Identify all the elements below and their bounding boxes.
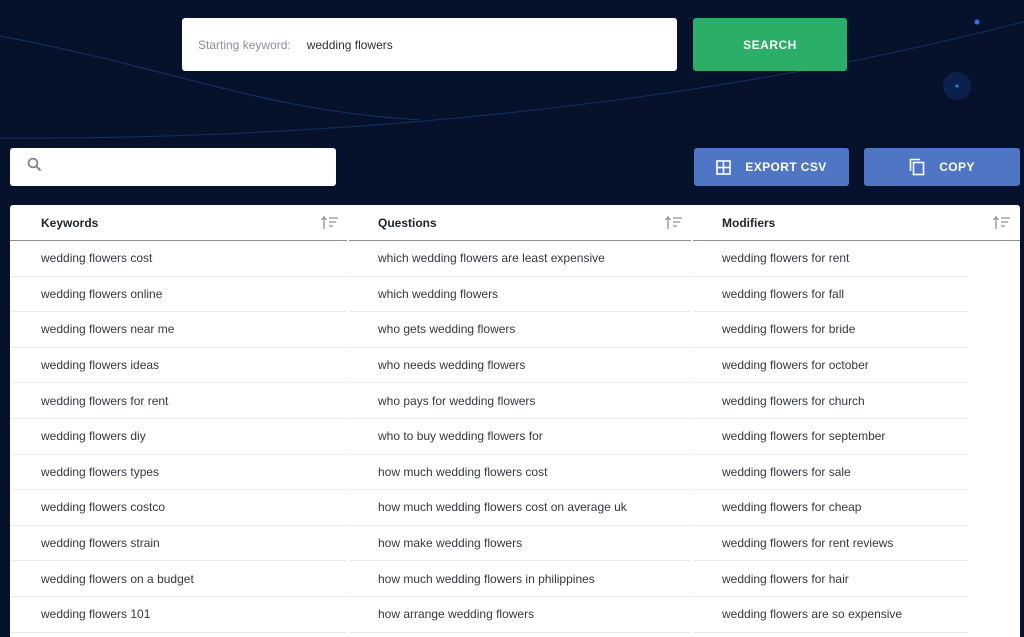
keyword-cell[interactable]: wedding flowers near me	[10, 312, 347, 348]
column-header-keywords[interactable]: Keywords	[10, 205, 347, 241]
table-header: Keywords Questions Modifiers	[10, 205, 1020, 241]
column-header-questions[interactable]: Questions	[349, 205, 691, 241]
keyword-cell[interactable]: wedding flowers for rent	[10, 383, 347, 419]
table-row: wedding flowers 101 how arrange wedding …	[10, 597, 1020, 633]
search-icon	[27, 157, 42, 177]
keyword-cell[interactable]: wedding flowers cost	[10, 241, 347, 277]
table-row: wedding flowers near me who gets wedding…	[10, 312, 1020, 348]
export-csv-label: EXPORT CSV	[745, 160, 827, 174]
table-row: wedding flowers types how much wedding f…	[10, 455, 1020, 491]
modifier-cell[interactable]: wedding flowers are so expensive	[693, 597, 968, 633]
copy-label: COPY	[939, 160, 975, 174]
grid-icon	[716, 159, 732, 175]
questions-header-label: Questions	[378, 215, 437, 230]
keyword-cell[interactable]: wedding flowers 101	[10, 597, 347, 633]
keywords-header-label: Keywords	[41, 215, 99, 230]
modifier-cell[interactable]: wedding flowers for bride	[693, 312, 968, 348]
question-cell[interactable]: which wedding flowers are least expensiv…	[349, 241, 691, 277]
sort-icon[interactable]	[321, 215, 339, 233]
table-row: wedding flowers strain how make wedding …	[10, 526, 1020, 562]
question-cell[interactable]: how arrange wedding flowers	[349, 597, 691, 633]
modifier-cell[interactable]: wedding flowers for hair	[693, 561, 968, 597]
table-row: wedding flowers for rent who pays for we…	[10, 383, 1020, 419]
question-cell[interactable]: who needs wedding flowers	[349, 348, 691, 384]
modifier-cell[interactable]: wedding flowers for church	[693, 383, 968, 419]
keyword-cell[interactable]: wedding flowers on a budget	[10, 561, 347, 597]
sort-icon[interactable]	[665, 215, 683, 233]
question-cell[interactable]: how much wedding flowers cost on average…	[349, 490, 691, 526]
table-row: wedding flowers diy who to buy wedding f…	[10, 419, 1020, 455]
modifier-cell[interactable]: wedding flowers for september	[693, 419, 968, 455]
results-table: Keywords Questions Modifiers wedding flo…	[10, 205, 1020, 637]
question-cell[interactable]: how much wedding flowers in philippines	[349, 561, 691, 597]
filter-search-box[interactable]	[10, 148, 336, 186]
sort-icon[interactable]	[993, 215, 1011, 233]
modifier-cell[interactable]: wedding flowers for fall	[693, 277, 968, 313]
keyword-cell[interactable]: wedding flowers ideas	[10, 348, 347, 384]
keyword-cell[interactable]: wedding flowers diy	[10, 419, 347, 455]
question-cell[interactable]: who pays for wedding flowers	[349, 383, 691, 419]
table-row: wedding flowers on a budget how much wed…	[10, 561, 1020, 597]
starting-keyword-input[interactable]: wedding flowers	[307, 38, 393, 52]
starting-keyword-label: Starting keyword:	[198, 37, 291, 52]
question-cell[interactable]: how much wedding flowers cost	[349, 455, 691, 491]
starting-keyword-field[interactable]: Starting keyword: wedding flowers	[182, 18, 677, 71]
modifier-cell[interactable]: wedding flowers for october	[693, 348, 968, 384]
filter-input[interactable]	[50, 159, 336, 175]
modifier-cell[interactable]: wedding flowers for sale	[693, 455, 968, 491]
table-row: wedding flowers cost which wedding flowe…	[10, 241, 1020, 277]
modifier-cell[interactable]: wedding flowers for cheap	[693, 490, 968, 526]
table-row: wedding flowers ideas who needs wedding …	[10, 348, 1020, 384]
question-cell[interactable]: who to buy wedding flowers for	[349, 419, 691, 455]
copy-icon	[909, 158, 925, 176]
modifier-cell[interactable]: wedding flowers for rent reviews	[693, 526, 968, 562]
table-row: wedding flowers online which wedding flo…	[10, 277, 1020, 313]
question-cell[interactable]: who gets wedding flowers	[349, 312, 691, 348]
keyword-cell[interactable]: wedding flowers online	[10, 277, 347, 313]
keyword-cell[interactable]: wedding flowers types	[10, 455, 347, 491]
question-cell[interactable]: which wedding flowers	[349, 277, 691, 313]
keyword-cell[interactable]: wedding flowers costco	[10, 490, 347, 526]
question-cell[interactable]: how make wedding flowers	[349, 526, 691, 562]
copy-button[interactable]: COPY	[864, 148, 1020, 186]
modifiers-header-label: Modifiers	[722, 215, 776, 230]
search-button[interactable]: SEARCH	[693, 18, 847, 71]
export-csv-button[interactable]: EXPORT CSV	[694, 148, 849, 186]
column-header-modifiers[interactable]: Modifiers	[693, 205, 1020, 241]
table-row: wedding flowers costco how much wedding …	[10, 490, 1020, 526]
modifier-cell[interactable]: wedding flowers for rent	[693, 241, 968, 277]
keyword-cell[interactable]: wedding flowers strain	[10, 526, 347, 562]
